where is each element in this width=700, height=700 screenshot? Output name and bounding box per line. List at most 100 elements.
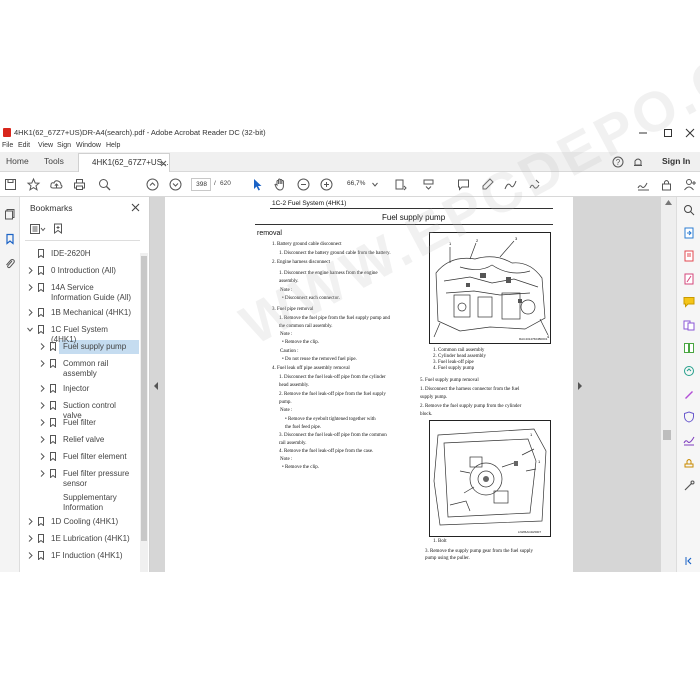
more-tools-icon[interactable]	[683, 480, 695, 492]
protect-icon[interactable]	[683, 411, 695, 423]
organize-pages-icon[interactable]	[683, 342, 695, 354]
document-scrollbar[interactable]	[661, 197, 676, 572]
expand-chevron-icon[interactable]	[39, 402, 45, 409]
lock-icon[interactable]	[659, 177, 674, 192]
instruction-line: Note :	[280, 408, 293, 413]
expand-chevron-icon[interactable]	[27, 518, 33, 525]
bookmark-item[interactable]: Fuel filter pressure sensor	[63, 469, 136, 489]
bookmark-item[interactable]: Fuel supply pump	[63, 342, 136, 352]
scroll-mode-icon[interactable]	[421, 177, 436, 192]
bookmark-icon	[50, 342, 56, 351]
bookmark-item[interactable]: Common rail assembly	[63, 359, 136, 379]
bookmarks-scrollbar-thumb[interactable]	[141, 256, 147, 541]
instruction-line: 4. Fuel leak off pipe assembly removal	[272, 366, 350, 371]
menu-window[interactable]: Window	[76, 142, 101, 149]
page-separator: /	[214, 180, 216, 187]
fill-sign-tool-icon[interactable]	[683, 388, 695, 400]
bookmarks-panel-icon[interactable]	[4, 233, 16, 245]
pump-drawing-2: 11	[433, 428, 547, 526]
expand-chevron-icon[interactable]	[27, 535, 33, 542]
share-user-icon[interactable]	[683, 177, 698, 192]
bookmark-icon	[38, 249, 44, 258]
print-icon[interactable]	[72, 177, 87, 192]
page-down-icon[interactable]	[168, 177, 183, 192]
page-thumbnails-icon[interactable]	[4, 208, 16, 220]
close-tab-icon[interactable]	[160, 160, 167, 167]
instruction-line: 5. Fuel supply pump removal	[420, 378, 479, 383]
expand-chevron-icon[interactable]	[39, 385, 45, 392]
fit-page-icon[interactable]	[393, 177, 408, 192]
bookmark-icon	[50, 401, 56, 410]
expand-chevron-icon[interactable]	[27, 326, 33, 333]
expand-tools-arrow-icon[interactable]	[577, 382, 583, 390]
instruction-line: rail assembly.	[279, 441, 307, 446]
expand-chevron-icon[interactable]	[39, 343, 45, 350]
bookmark-item[interactable]: IDE-2620H	[51, 249, 133, 259]
send-for-signature-icon[interactable]	[683, 434, 695, 446]
bookmark-item[interactable]: Fuel filter	[63, 418, 136, 428]
expand-chevron-icon[interactable]	[39, 470, 45, 477]
attachments-icon[interactable]	[4, 258, 16, 270]
save-icon[interactable]	[3, 177, 18, 192]
menu-view[interactable]: View	[38, 142, 53, 149]
menu-help[interactable]: Help	[106, 142, 120, 149]
tab-home[interactable]: Home	[6, 156, 29, 166]
bookmark-options-icon[interactable]	[30, 224, 46, 234]
bookmarks-panel: Bookmarks IDE-2620H 0 Introduction (All) 1…	[20, 197, 150, 572]
expand-chevron-icon[interactable]	[39, 419, 45, 426]
upload-cloud-icon[interactable]	[49, 177, 64, 192]
page-number-input[interactable]: 398	[191, 178, 211, 191]
tab-document[interactable]: 4HK1(62_67Z7+US...	[78, 153, 170, 172]
edit-pdf-icon[interactable]	[683, 273, 695, 285]
zoom-out-icon[interactable]	[296, 177, 311, 192]
bookmark-item[interactable]: Fuel filter element	[63, 452, 136, 462]
page-up-icon[interactable]	[145, 177, 160, 192]
expand-chevron-icon[interactable]	[27, 309, 33, 316]
bookmark-icon	[50, 452, 56, 461]
bookmark-item[interactable]: Supplementary Information	[63, 493, 136, 513]
bookmark-item[interactable]: 0 Introduction (All)	[51, 266, 133, 276]
bookmark-star-icon[interactable]	[26, 177, 41, 192]
menu-sign[interactable]: Sign	[57, 142, 71, 149]
bookmark-item[interactable]: 14A Service Information Guide (All)	[51, 283, 133, 303]
bookmark-item[interactable]: 1D Cooling (4HK1)	[51, 517, 133, 527]
enhance-scans-icon[interactable]	[683, 365, 695, 377]
collapse-panel-arrow-icon[interactable]	[153, 382, 159, 390]
hand-tool-icon[interactable]	[273, 177, 288, 192]
expand-chevron-icon[interactable]	[27, 267, 33, 274]
create-pdf-icon[interactable]	[683, 250, 695, 262]
expand-chevron-icon[interactable]	[39, 360, 45, 367]
scroll-up-arrow-icon[interactable]	[665, 200, 672, 205]
zoom-dropdown-icon[interactable]	[372, 182, 378, 187]
stamp-tool-icon[interactable]	[683, 457, 695, 469]
expand-chevron-icon[interactable]	[27, 284, 33, 291]
document-scrollbar-thumb[interactable]	[663, 430, 671, 440]
bookmark-item[interactable]: 1B Mechanical (4HK1)	[51, 308, 133, 318]
bookmark-item[interactable]: 1E Lubrication (4HK1)	[51, 534, 133, 544]
sign-request-icon[interactable]	[636, 177, 651, 192]
expand-chevron-icon[interactable]	[39, 453, 45, 460]
export-pdf-icon[interactable]	[683, 227, 695, 239]
bookmark-item[interactable]: Relief valve	[63, 435, 136, 445]
new-bookmark-icon[interactable]	[53, 223, 63, 234]
expand-chevron-icon[interactable]	[27, 552, 33, 559]
sign-in-button[interactable]: Sign In	[662, 156, 690, 166]
select-cursor-icon[interactable]	[250, 177, 265, 192]
tab-tools[interactable]: Tools	[44, 156, 64, 166]
bookmark-item[interactable]: Injector	[63, 384, 136, 394]
bookmark-icon	[38, 308, 44, 317]
collapse-tools-icon[interactable]	[683, 555, 695, 567]
close-panel-icon[interactable]	[131, 203, 140, 212]
instruction-line: pump using the puller.	[425, 556, 470, 561]
pump-figure-2: 11 LNW6AC2H5007	[429, 420, 551, 537]
expand-chevron-icon[interactable]	[39, 436, 45, 443]
menu-file[interactable]: File	[2, 142, 13, 149]
combine-files-icon[interactable]	[683, 319, 695, 331]
search-tool-icon[interactable]	[683, 204, 695, 216]
bookmark-item[interactable]: 1F Induction (4HK1)	[51, 551, 133, 561]
search-icon[interactable]	[97, 177, 112, 192]
zoom-in-icon[interactable]	[319, 177, 334, 192]
comment-tool-icon[interactable]	[683, 296, 695, 308]
instruction-line: Caution :	[280, 349, 299, 354]
menu-edit[interactable]: Edit	[18, 142, 30, 149]
